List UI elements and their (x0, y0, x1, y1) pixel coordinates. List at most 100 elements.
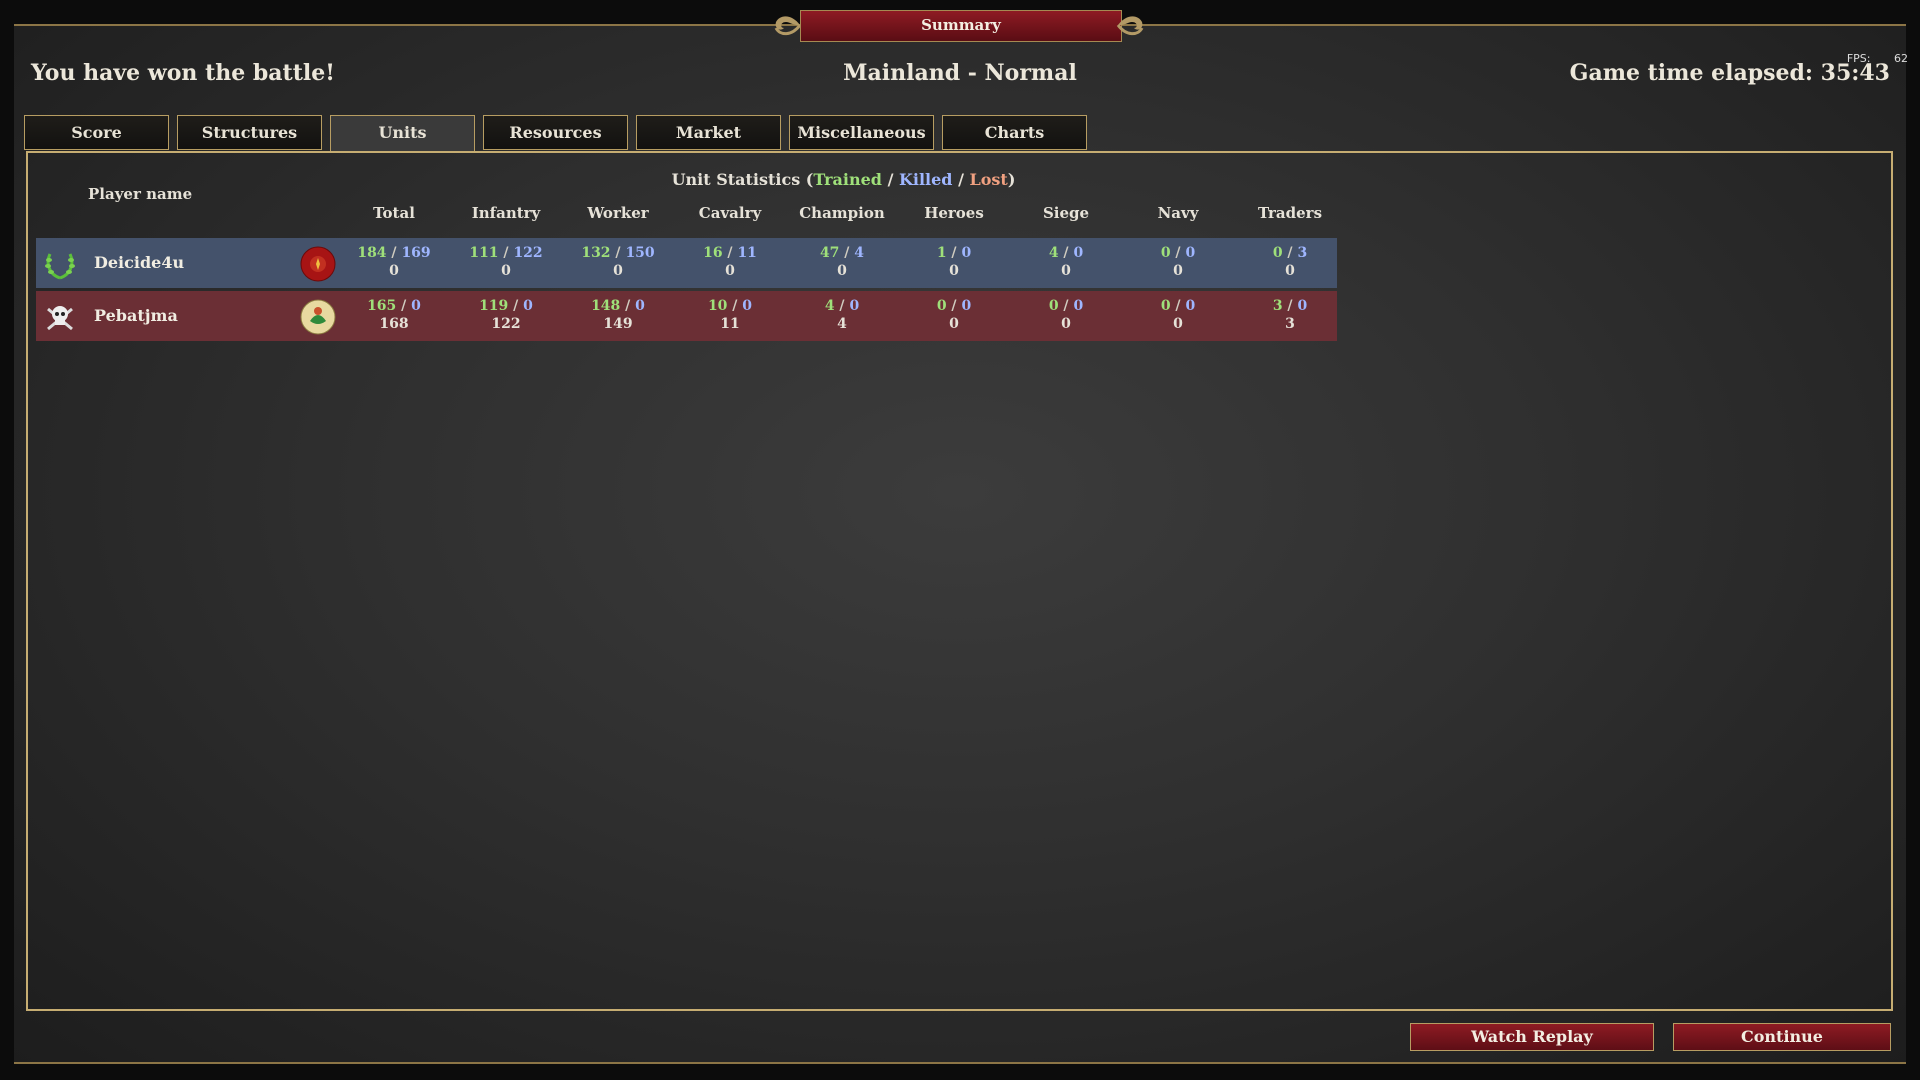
stat-cell: 165 / 0 168 (339, 297, 449, 333)
trained-value: 16 (703, 245, 723, 261)
player-row: Pebatjma 165 / 0 168 119 / 0 122 148 / 0 149 10… (36, 291, 1337, 341)
lost-value: 0 (501, 263, 511, 279)
tab-charts[interactable]: Charts (942, 115, 1087, 150)
lost-value: 0 (1173, 316, 1183, 332)
killed-value: 0 (411, 298, 421, 314)
lost-value: 0 (1061, 316, 1071, 332)
value-separator: / (834, 298, 850, 314)
stats-title-suffix: ) (1007, 170, 1016, 189)
tab-resources[interactable]: Resources (483, 115, 628, 150)
stat-cell: 10 / 0 11 (675, 297, 785, 333)
trained-value: 4 (824, 298, 835, 314)
stat-cell: 16 / 11 0 (675, 244, 785, 280)
laurel-wreath-icon (42, 246, 78, 282)
stat-cell: 0 / 00 (899, 297, 1009, 333)
killed-value: 0 (849, 298, 860, 314)
tab-miscellaneous[interactable]: Miscellaneous (789, 115, 934, 150)
lost-value: 0 (1173, 263, 1183, 279)
fps-label: FPS: (1846, 52, 1871, 65)
trained-value: 1 (936, 245, 947, 261)
tab-market[interactable]: Market (636, 115, 781, 150)
player-name: Deicide4u (94, 253, 185, 272)
lost-value: 0 (1061, 263, 1071, 279)
tab-structures[interactable]: Structures (177, 115, 322, 150)
killed-value: 169 (401, 245, 431, 261)
lost-value: 0 (837, 263, 847, 279)
stat-cell: 184 / 169 0 (339, 244, 449, 280)
value-separator: / (620, 298, 636, 314)
ornament-right-icon (1116, 16, 1144, 36)
stat-cell: 3 / 03 (1235, 297, 1345, 333)
trained-value: 0 (1048, 298, 1059, 314)
lost-value: 0 (725, 263, 735, 279)
watch-replay-button[interactable]: Watch Replay (1410, 1023, 1654, 1051)
lost-value: 149 (603, 316, 633, 332)
lost-value: 3 (1285, 316, 1295, 332)
killed-value: 3 (1297, 245, 1308, 261)
killed-value: 0 (635, 298, 645, 314)
fps-value: 62 (1894, 52, 1908, 65)
killed-value: 0 (742, 298, 753, 314)
stat-cell: 0 / 00 (1123, 244, 1233, 280)
value-separator: / (1058, 245, 1074, 261)
trained-value: 119 (479, 298, 509, 314)
window-title: Summary (800, 10, 1122, 42)
legend-lost: Lost (969, 170, 1008, 189)
civ-emblem-icon (300, 299, 336, 335)
killed-value: 0 (1185, 245, 1196, 261)
stats-title: Unit Statistics (Trained / Killed / Lost… (0, 170, 1687, 189)
column-header: Champion (799, 204, 885, 222)
value-separator: / (1170, 298, 1186, 314)
value-separator: / (396, 298, 412, 314)
ornament-left-icon (774, 16, 802, 36)
value-separator: / (722, 245, 738, 261)
trained-value: 4 (1048, 245, 1059, 261)
column-header: Cavalry (698, 204, 762, 222)
tab-bar: Score Structures Units Resources Market … (24, 115, 1087, 152)
stat-cell: 119 / 0 122 (451, 297, 561, 333)
legend-sep: / (882, 170, 899, 189)
trained-value: 47 (819, 245, 840, 261)
killed-value: 0 (961, 245, 972, 261)
trained-value: 3 (1272, 298, 1283, 314)
column-header: Navy (1157, 204, 1199, 222)
tab-score[interactable]: Score (24, 115, 169, 150)
player-row: Deicide4u 184 / 169 0 111 / 122 0 132 / 150 0 1… (36, 238, 1337, 288)
value-separator: / (386, 245, 402, 261)
column-header: Heroes (924, 204, 984, 222)
lost-value: 4 (837, 316, 847, 332)
lost-value: 11 (720, 316, 740, 332)
stat-cell: 0 / 00 (1011, 297, 1121, 333)
tab-units[interactable]: Units (330, 115, 475, 152)
player-name-header: Player name (88, 185, 193, 203)
stat-cell: 148 / 0 149 (563, 297, 673, 333)
stat-cell: 111 / 122 0 (451, 244, 561, 280)
value-separator: / (727, 298, 743, 314)
value-separator: / (1282, 245, 1298, 261)
stat-cell: 132 / 150 0 (563, 244, 673, 280)
lost-value: 0 (949, 316, 959, 332)
trained-value: 132 (581, 245, 611, 261)
fps-counter: FPS: 62 (1847, 52, 1908, 65)
value-separator: / (610, 245, 626, 261)
killed-value: 0 (1297, 298, 1308, 314)
lost-value: 0 (613, 263, 623, 279)
trained-value: 0 (1160, 298, 1171, 314)
lost-value: 0 (949, 263, 959, 279)
stat-cell: 47 / 40 (787, 244, 897, 280)
trained-value: 0 (1160, 245, 1171, 261)
player-name: Pebatjma (94, 306, 178, 325)
lost-value: 168 (379, 316, 409, 332)
legend-sep: / (952, 170, 970, 189)
killed-value: 0 (961, 298, 972, 314)
value-separator: / (946, 245, 962, 261)
game-time: Game time elapsed: 35:43 (1569, 60, 1890, 86)
continue-button[interactable]: Continue (1673, 1023, 1891, 1051)
trained-value: 111 (469, 245, 499, 261)
killed-value: 122 (513, 245, 543, 261)
value-separator: / (946, 298, 962, 314)
value-separator: / (1058, 298, 1074, 314)
trained-value: 0 (1272, 245, 1283, 261)
killed-value: 11 (737, 245, 757, 261)
stat-cell: 0 / 00 (1123, 297, 1233, 333)
